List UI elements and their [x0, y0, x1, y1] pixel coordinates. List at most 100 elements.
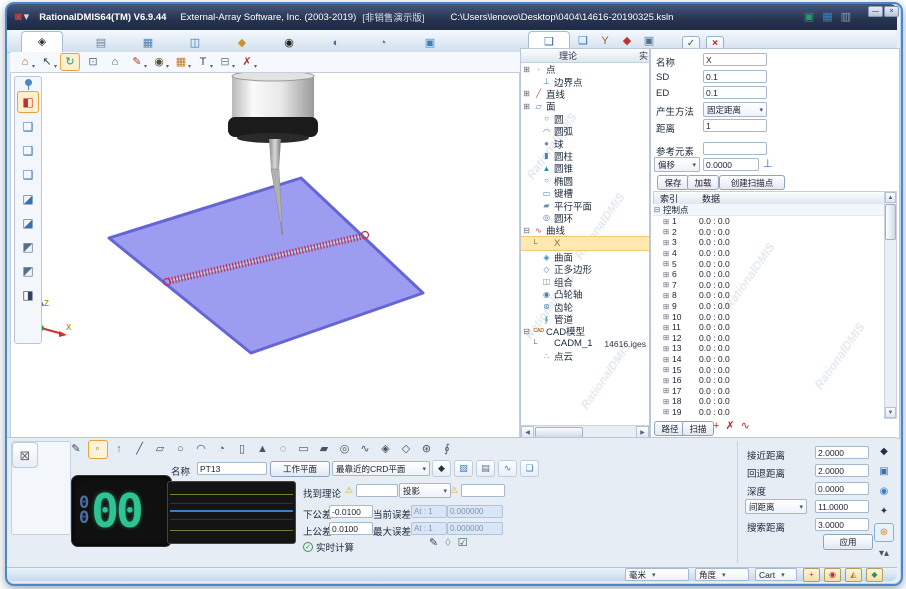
table-vscroll-thumb[interactable] [885, 204, 896, 240]
probe-view-2-button[interactable]: ❑ [18, 117, 38, 137]
fit-view-icon[interactable]: ⌂ [106, 54, 124, 70]
tab-probe[interactable]: ◉ [280, 34, 298, 52]
strip-expand-icon[interactable]: ▾▴ [875, 545, 893, 562]
control-point-row[interactable]: 30.0 : 0.0 [653, 237, 885, 248]
realtime-calc[interactable]: ✓实时计算 [303, 540, 354, 554]
control-point-row[interactable]: 140.0 : 0.0 [653, 354, 885, 365]
control-point-row[interactable]: 80.0 : 0.0 [653, 290, 885, 301]
graph-view-icon[interactable]: ▨ [454, 460, 473, 477]
coord-select[interactable]: Cart [755, 568, 797, 581]
crd-plane-select[interactable]: 最靠近的CRD平面 [332, 461, 430, 476]
annotate-icon[interactable]: ✎ [128, 54, 146, 70]
control-point-row[interactable]: 170.0 : 0.0 [653, 386, 885, 397]
torus-feature-icon[interactable]: ◎ [336, 441, 354, 458]
tab-machine[interactable]: ▣ [421, 34, 439, 52]
tab-program[interactable]: ◫ [186, 34, 204, 52]
render-palette-icon[interactable]: ▦ [172, 54, 190, 70]
plane-feature-icon[interactable]: ▱ [151, 441, 169, 458]
search-input[interactable] [815, 518, 869, 531]
curve-path-icon[interactable]: ∿ [741, 420, 750, 432]
workplane-button[interactable]: 工作平面 [270, 461, 330, 477]
point-feature-icon[interactable]: ◦ [88, 440, 108, 459]
ed-input[interactable] [703, 86, 767, 99]
save-button[interactable]: 保存 [657, 175, 689, 190]
offset-input[interactable] [703, 158, 759, 171]
cone-feature-icon[interactable]: ▲ [254, 441, 272, 458]
retract-input[interactable] [815, 464, 869, 477]
strip-probe2-icon[interactable]: ✦ [875, 503, 893, 520]
lower-tol-input[interactable] [329, 505, 373, 518]
clear-result-icon[interactable]: ◊ [445, 538, 450, 549]
plan-list-icon[interactable]: ▤ [476, 460, 495, 477]
move-path-icon[interactable]: + [713, 420, 719, 432]
line-feature-icon[interactable]: ╱ [131, 441, 149, 458]
control-point-row[interactable]: 40.0 : 0.0 [653, 248, 885, 259]
polygon-feature-icon[interactable]: ◇ [397, 441, 415, 458]
parallel-planes-icon[interactable]: ▰ [315, 441, 333, 458]
eye-visibility-icon[interactable]: ◉ [150, 54, 168, 70]
control-point-row[interactable]: 150.0 : 0.0 [653, 364, 885, 375]
edit-result-icon[interactable]: ✎ [429, 538, 438, 549]
cad-next-icon[interactable]: ❑ [520, 460, 539, 477]
app-icon[interactable]: ◙ [15, 11, 22, 23]
probe-direction-icon[interactable]: ⊥ [763, 157, 773, 170]
tab-clock[interactable]: ◔ [374, 34, 392, 52]
curve-trace-icon[interactable]: ∿ [498, 460, 517, 477]
reference-input[interactable] [703, 142, 767, 155]
control-point-row[interactable]: 60.0 : 0.0 [653, 269, 885, 280]
label-text-icon[interactable]: T [194, 54, 212, 70]
units-select[interactable]: 毫米 [625, 568, 689, 581]
tree-col-theory[interactable]: 理论 [559, 49, 577, 62]
upper-tol-input[interactable] [329, 522, 373, 535]
probe-view-6-button[interactable]: ◪ [18, 213, 38, 233]
rotary-table-icon[interactable]: ◭ [845, 568, 862, 582]
strip-shield-icon[interactable]: ▣ [875, 463, 893, 480]
sphere-feature-icon[interactable]: ◔ [213, 441, 231, 458]
control-point-row[interactable]: 180.0 : 0.0 [653, 396, 885, 407]
probe-view-1-button[interactable]: ◧ [17, 91, 39, 113]
home-view-icon[interactable]: ⌂ [16, 54, 34, 70]
angle-select[interactable]: 角度 [695, 568, 749, 581]
probe-view-5-button[interactable]: ◪ [18, 189, 38, 209]
control-point-row[interactable]: 50.0 : 0.0 [653, 258, 885, 269]
control-point-row[interactable]: 70.0 : 0.0 [653, 280, 885, 291]
scroll-down-icon[interactable]: ▼ [885, 407, 896, 418]
strip-magnifier-icon[interactable]: ◉ [875, 483, 893, 500]
control-point-row[interactable]: 190.0 : 0.0 [653, 407, 885, 418]
refresh-view-icon[interactable]: ↻ [60, 53, 80, 71]
tab-table[interactable]: ▦ [139, 34, 157, 52]
distance-input[interactable] [703, 119, 767, 132]
offset-mode-select[interactable]: 偏移 [654, 157, 700, 172]
machine-coord-icon[interactable]: + [803, 568, 820, 582]
control-point-row[interactable]: 120.0 : 0.0 [653, 333, 885, 344]
pick-probe-icon[interactable]: ✎ [67, 441, 85, 458]
col-data[interactable]: 数据 [702, 192, 720, 205]
users-icon[interactable]: ▥ [841, 11, 851, 23]
probe-view-3-button[interactable]: ❑ [18, 141, 38, 161]
tree-col-actual[interactable]: 实 [639, 49, 648, 62]
surface-feature-icon[interactable]: ◈ [377, 441, 395, 458]
control-points-group-row[interactable]: ⊟控制点 [653, 204, 885, 216]
curve-feature-icon[interactable]: ∿ [356, 441, 374, 458]
confirm-checkbox-icon[interactable]: ☑ [458, 538, 468, 549]
axis-point-icon[interactable]: ↑ [110, 441, 128, 458]
gear-feature-icon[interactable]: ⊛ [418, 441, 436, 458]
create-scan-points-button[interactable]: 创建扫描点 [719, 175, 785, 190]
select-cursor-icon[interactable]: ↖ [38, 54, 56, 70]
control-point-row[interactable]: 130.0 : 0.0 [653, 343, 885, 354]
tab-evaluate[interactable]: ◐ [327, 34, 345, 52]
control-point-row[interactable]: 160.0 : 0.0 [653, 375, 885, 386]
spacing-select[interactable]: 间距离 [745, 499, 807, 514]
control-point-row[interactable]: 10.0 : 0.0 [653, 216, 885, 227]
depth-input[interactable] [815, 482, 869, 495]
method-select[interactable]: 固定距离 [703, 102, 767, 117]
probe-view-7-button[interactable]: ◩ [18, 237, 38, 257]
projection-input[interactable] [461, 484, 505, 497]
cad-plate[interactable] [109, 178, 423, 353]
strip-probe-icon[interactable]: ◆ [875, 443, 893, 460]
arc-feature-icon[interactable]: ◠ [192, 441, 210, 458]
scan-button[interactable]: 扫描 [682, 421, 714, 436]
machine-tool-button[interactable]: ⊠ [12, 442, 38, 468]
approach-input[interactable] [815, 446, 869, 459]
app-menu-icon[interactable]: ▾ [24, 11, 30, 23]
